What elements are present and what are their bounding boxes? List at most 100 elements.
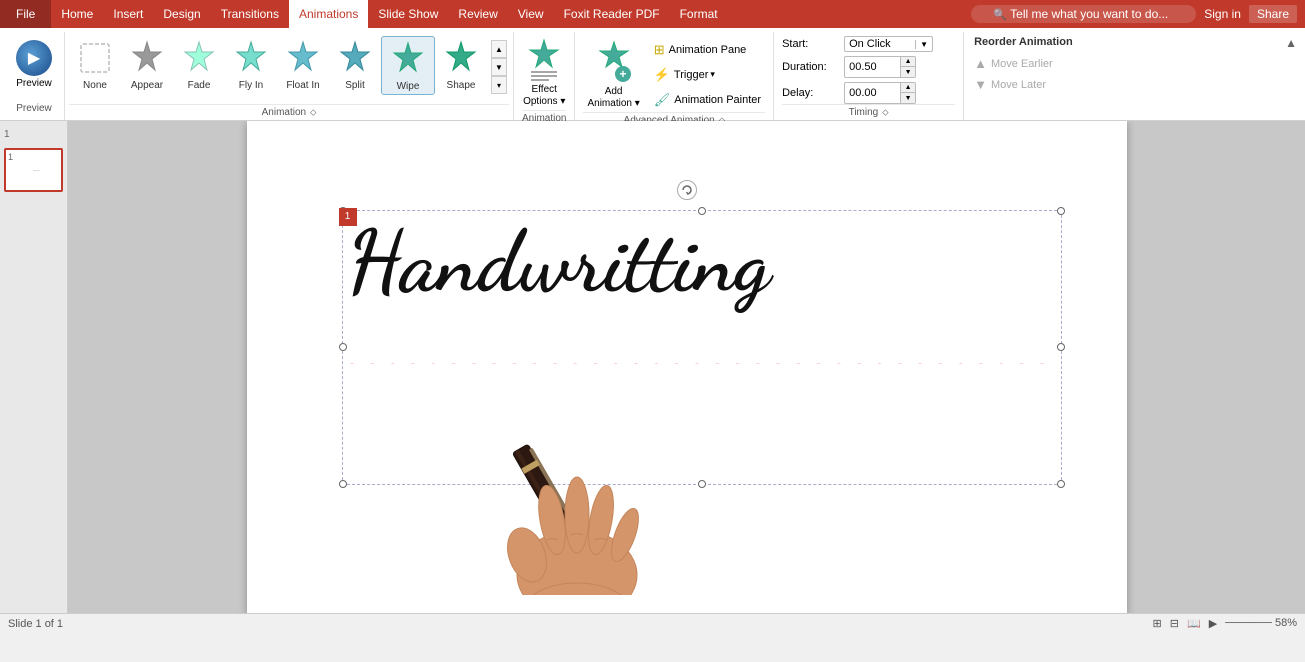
- anim-floatin[interactable]: Float In: [277, 36, 329, 93]
- flyin-icon: [231, 38, 271, 78]
- anim-appear-label: Appear: [131, 80, 163, 91]
- animation-items: None Appear Fade: [69, 32, 509, 104]
- wipe-icon: [388, 39, 428, 79]
- file-tab[interactable]: File: [0, 0, 51, 28]
- trigger-btn[interactable]: ⚡ Trigger ▾: [650, 65, 765, 85]
- slide-sorter-btn[interactable]: ⊟: [1170, 617, 1179, 630]
- slide-thumbnail-1[interactable]: 1 Handwritting: [4, 148, 63, 192]
- move-earlier-icon: ▲: [974, 56, 987, 71]
- anim-appear[interactable]: Appear: [121, 36, 173, 93]
- add-animation-btn[interactable]: + AddAnimation ▾: [583, 36, 643, 112]
- timing-delay-label: Delay:: [782, 87, 840, 99]
- effect-options-group: EffectOptions ▾ Animation: [514, 32, 575, 120]
- effect-options-btn[interactable]: EffectOptions ▾: [523, 36, 565, 108]
- timing-group-expand[interactable]: ⬦: [882, 107, 888, 118]
- reading-view-btn[interactable]: 📖: [1187, 617, 1201, 630]
- preview-label: Preview: [16, 78, 52, 89]
- search-box[interactable]: 🔍 Tell me what you want to do...: [971, 5, 1196, 23]
- anim-shape[interactable]: Shape: [435, 36, 487, 93]
- menu-foxit[interactable]: Foxit Reader PDF: [554, 0, 670, 28]
- anim-wipe-label: Wipe: [397, 81, 420, 92]
- anim-flyin-label: Fly In: [239, 80, 263, 91]
- delay-input[interactable]: [845, 86, 900, 100]
- scroll-up-btn[interactable]: ▲: [491, 40, 507, 58]
- menu-transitions[interactable]: Transitions: [211, 0, 289, 28]
- anim-shape-label: Shape: [447, 80, 476, 91]
- menu-format[interactable]: Format: [670, 0, 728, 28]
- slide-status: Slide 1 of 1: [8, 618, 63, 630]
- normal-view-btn[interactable]: ⊞: [1153, 617, 1162, 630]
- rotation-handle[interactable]: [677, 180, 697, 200]
- ribbon: ▶ Preview Preview None: [0, 28, 1305, 121]
- handle-br[interactable]: [1057, 480, 1065, 488]
- delay-spin-up[interactable]: ▲: [901, 83, 915, 93]
- duration-input[interactable]: [845, 60, 900, 74]
- shape-icon: [441, 38, 481, 78]
- handle-mr[interactable]: [1057, 343, 1065, 351]
- timing-start-label: Start:: [782, 38, 840, 50]
- slideshow-btn[interactable]: ▶: [1209, 617, 1217, 630]
- split-icon: [335, 38, 375, 78]
- reorder-title: Reorder Animation: [974, 36, 1114, 48]
- share-btn[interactable]: Share: [1249, 5, 1297, 23]
- menu-review[interactable]: Review: [448, 0, 507, 28]
- preview-group-label: Preview: [16, 101, 52, 116]
- menu-animations[interactable]: Animations: [289, 0, 368, 28]
- delay-spin-down[interactable]: ▼: [901, 93, 915, 103]
- fade-icon: [179, 38, 219, 78]
- add-animation-icon: +: [595, 38, 633, 86]
- duration-spin-up[interactable]: ▲: [901, 57, 915, 67]
- menu-bar: Home Insert Design Transitions Animation…: [51, 0, 727, 28]
- animation-painter-icon: 🖌: [654, 92, 671, 108]
- anim-fade[interactable]: Fade: [173, 36, 225, 93]
- preview-button[interactable]: ▶ Preview: [12, 36, 56, 93]
- start-dropdown-arrow[interactable]: ▼: [915, 40, 932, 49]
- anim-fade-label: Fade: [188, 80, 211, 91]
- svg-text:+: +: [619, 67, 626, 81]
- slide-number: 1: [4, 129, 63, 140]
- slide-canvas: 1 Handwritting: [247, 121, 1127, 613]
- delay-input-wrap: ▲ ▼: [844, 82, 916, 104]
- menu-home[interactable]: Home: [51, 0, 103, 28]
- handwriting-text: Handwritting: [347, 220, 1057, 305]
- duration-input-wrap: ▲ ▼: [844, 56, 916, 78]
- handle-tr[interactable]: [1057, 207, 1065, 215]
- animation-pane-icon: ⊞: [654, 42, 665, 58]
- sign-in-btn[interactable]: Sign in: [1204, 7, 1241, 21]
- anim-floatin-label: Float In: [286, 80, 319, 91]
- anim-wipe[interactable]: Wipe: [381, 36, 435, 95]
- scroll-more-btn[interactable]: ▾: [491, 76, 507, 94]
- menu-insert[interactable]: Insert: [103, 0, 153, 28]
- advanced-animation-group: + AddAnimation ▾ ⊞ Animation Pane ⚡ Trig…: [575, 32, 774, 120]
- anim-none[interactable]: None: [69, 36, 121, 93]
- menu-view[interactable]: View: [508, 0, 554, 28]
- reorder-group: Reorder Animation ▲ Move Earlier ▼ Move …: [964, 32, 1124, 120]
- timing-start-row: Start: On Click ▼: [782, 36, 955, 52]
- handle-bl[interactable]: [339, 480, 347, 488]
- timing-duration-row: Duration: ▲ ▼: [782, 56, 955, 78]
- spell-check-underline: [347, 358, 1057, 364]
- appear-icon: [127, 38, 167, 78]
- timing-duration-label: Duration:: [782, 61, 840, 73]
- anim-flyin[interactable]: Fly In: [225, 36, 277, 93]
- status-bar: Slide 1 of 1 ⊞ ⊟ 📖 ▶ ────── 58%: [0, 613, 1305, 633]
- scroll-down-btn[interactable]: ▼: [491, 58, 507, 76]
- start-dropdown[interactable]: On Click ▼: [844, 36, 933, 52]
- view-controls: ⊞ ⊟ 📖 ▶ ────── 58%: [1153, 617, 1297, 630]
- hand-pen-image: [437, 385, 717, 595]
- handle-ml[interactable]: [339, 343, 347, 351]
- move-later-btn: ▼ Move Later: [974, 77, 1114, 92]
- animation-pane-btn[interactable]: ⊞ Animation Pane: [650, 40, 765, 60]
- zoom-slider[interactable]: ────── 58%: [1225, 617, 1297, 630]
- animation-group-expand[interactable]: ⬦: [310, 107, 316, 118]
- anim-split[interactable]: Split: [329, 36, 381, 93]
- collapse-ribbon-btn[interactable]: ▲: [1285, 36, 1297, 50]
- menu-design[interactable]: Design: [153, 0, 210, 28]
- trigger-icon: ⚡: [654, 67, 670, 83]
- animation-painter-btn[interactable]: 🖌 Animation Painter: [650, 90, 765, 110]
- menu-slideshow[interactable]: Slide Show: [368, 0, 448, 28]
- effect-options-label: EffectOptions ▾: [523, 84, 565, 108]
- animation-group-label: Animation ⬦: [69, 104, 509, 120]
- timing-group-label: Timing ⬦: [782, 104, 955, 120]
- duration-spin-down[interactable]: ▼: [901, 67, 915, 77]
